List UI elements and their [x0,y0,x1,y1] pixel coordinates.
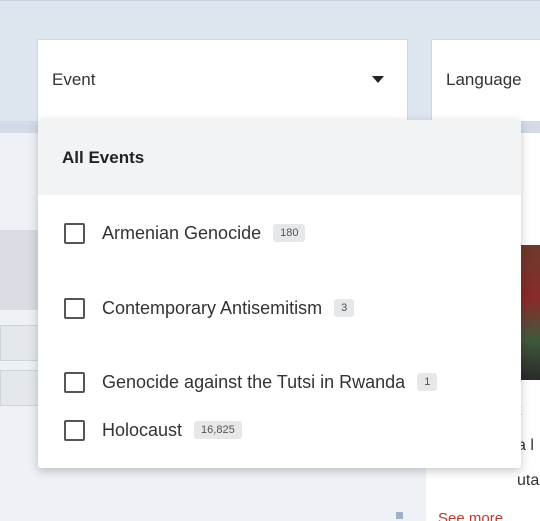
option-label: Genocide against the Tutsi in Rwanda [102,371,406,392]
event-option-armenian-genocide[interactable]: Armenian Genocide 180 [38,208,521,258]
language-select-label: Language [446,70,522,89]
checkbox[interactable] [64,371,85,393]
see-more-link[interactable]: See more [438,510,503,521]
caret-down-icon [372,76,384,83]
option-label: Holocaust [102,419,183,440]
background-row [0,325,40,361]
language-select[interactable]: Language [431,39,540,121]
event-option-holocaust[interactable]: Holocaust 16,825 [38,405,521,455]
all-events-option[interactable]: All Events [38,120,521,195]
event-option-genocide-tutsi-rwanda[interactable]: Genocide against the Tutsi in Rwanda 1 [38,357,521,407]
count-badge: 180 [273,224,306,242]
checkbox[interactable] [64,297,85,319]
count-badge: 3 [334,299,355,317]
filter-bar: Event Language [0,0,540,134]
event-option-contemporary-antisemitism[interactable]: Contemporary Antisemitism 3 [38,283,521,333]
result-card-text: uta [517,472,540,489]
event-select-label: Event [52,70,96,89]
event-dropdown-menu: All Events Armenian Genocide 180 Contemp… [38,120,521,468]
background-block [0,230,40,310]
option-label: Armenian Genocide [102,222,262,243]
scroll-indicator [396,512,403,519]
result-card-image [521,245,540,380]
option-label: Contemporary Antisemitism [102,297,323,318]
event-select[interactable]: Event [37,39,408,121]
count-badge: 16,825 [194,421,242,439]
all-events-label: All Events [62,147,145,167]
checkbox[interactable] [64,222,85,244]
count-badge: 1 [417,373,438,391]
background-row [0,370,40,406]
checkbox[interactable] [64,419,85,441]
